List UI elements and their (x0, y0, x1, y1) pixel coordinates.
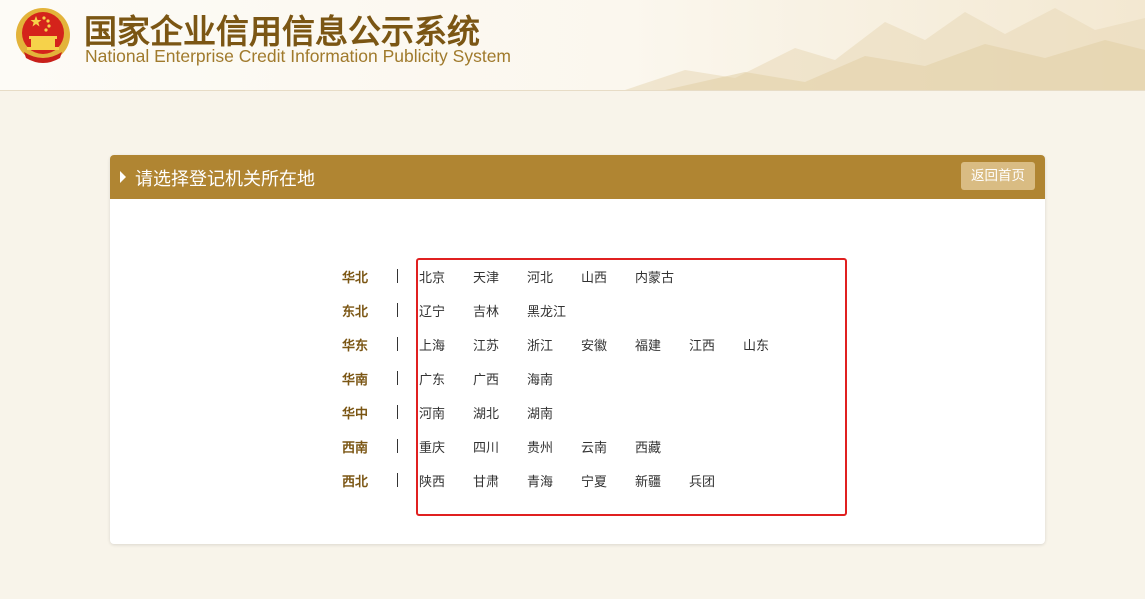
region-row: 西北 陕西 甘肃 青海 宁夏 新疆 兵团 (110, 463, 1045, 497)
region-name: 西南 (342, 441, 369, 456)
region-row: 华中 河南 湖北 湖南 (110, 395, 1045, 429)
region-row: 华南 广东 广西 海南 (110, 361, 1045, 395)
region-divider (397, 405, 398, 419)
province-link[interactable]: 福建 (635, 335, 661, 354)
region-divider (397, 269, 398, 283)
region-row: 东北 辽宁 吉林 黑龙江 (110, 293, 1045, 327)
province-link[interactable]: 广东 (419, 369, 445, 388)
panel-header: 请选择登记机关所在地 返回首页 (110, 155, 1045, 199)
caret-right-icon (120, 171, 126, 183)
region-row: 西南 重庆 四川 贵州 云南 西藏 (110, 429, 1045, 463)
province-link[interactable]: 北京 (419, 267, 445, 286)
region-row: 华北 北京 天津 河北 山西 内蒙古 (110, 259, 1045, 293)
province-link[interactable]: 山东 (743, 335, 769, 354)
province-link[interactable]: 河北 (527, 267, 553, 286)
region-name: 华南 (342, 373, 369, 388)
province-link[interactable]: 江西 (689, 335, 715, 354)
province-link[interactable]: 贵州 (527, 437, 553, 456)
site-header: 国家企业信用信息公示系统 National Enterprise Credit … (0, 0, 1145, 91)
province-link[interactable]: 青海 (527, 471, 553, 490)
region-name: 华北 (342, 271, 369, 286)
province-link[interactable]: 湖南 (527, 403, 553, 422)
province-link[interactable]: 湖北 (473, 403, 499, 422)
province-link[interactable]: 天津 (473, 267, 499, 286)
panel-title: 请选择登记机关所在地 (135, 169, 315, 190)
province-link[interactable]: 重庆 (419, 437, 445, 456)
province-link[interactable]: 新疆 (635, 471, 661, 490)
province-link[interactable]: 云南 (581, 437, 607, 456)
region-name: 东北 (342, 305, 369, 320)
province-link[interactable]: 甘肃 (473, 471, 499, 490)
back-home-button[interactable]: 返回首页 (961, 162, 1035, 190)
province-link[interactable]: 山西 (581, 267, 607, 286)
province-link[interactable]: 陕西 (419, 471, 445, 490)
region-divider (397, 303, 398, 317)
province-link[interactable]: 黑龙江 (527, 301, 566, 320)
region-select-panel: 请选择登记机关所在地 返回首页 华北 北京 天津 河北 山西 内蒙古东北 辽宁 吉林 黑龙江华东… (110, 155, 1045, 544)
province-link[interactable]: 浙江 (527, 335, 553, 354)
province-link[interactable]: 兵团 (689, 471, 715, 490)
province-link[interactable]: 内蒙古 (635, 267, 674, 286)
region-row: 华东 上海 江苏 浙江 安徽 福建 江西 山东 (110, 327, 1045, 361)
province-link[interactable]: 上海 (419, 335, 445, 354)
national-emblem-icon (16, 8, 70, 63)
province-link[interactable]: 西藏 (635, 437, 661, 456)
province-link[interactable]: 安徽 (581, 335, 607, 354)
province-link[interactable]: 江苏 (473, 335, 499, 354)
province-link[interactable]: 河南 (419, 403, 445, 422)
region-divider (397, 439, 398, 453)
site-title-en: National Enterprise Credit Information P… (85, 46, 512, 66)
mountain-background-image (625, 8, 1145, 90)
province-link[interactable]: 海南 (527, 369, 553, 388)
region-divider (397, 371, 398, 385)
province-link[interactable]: 广西 (473, 369, 499, 388)
region-name: 华中 (342, 407, 369, 422)
region-divider (397, 337, 398, 351)
region-divider (397, 473, 398, 487)
region-name: 华东 (342, 339, 369, 354)
region-name: 西北 (342, 475, 369, 490)
province-link[interactable]: 宁夏 (581, 471, 607, 490)
province-link[interactable]: 吉林 (473, 301, 499, 320)
province-link[interactable]: 四川 (473, 437, 499, 456)
province-link[interactable]: 辽宁 (419, 301, 445, 320)
